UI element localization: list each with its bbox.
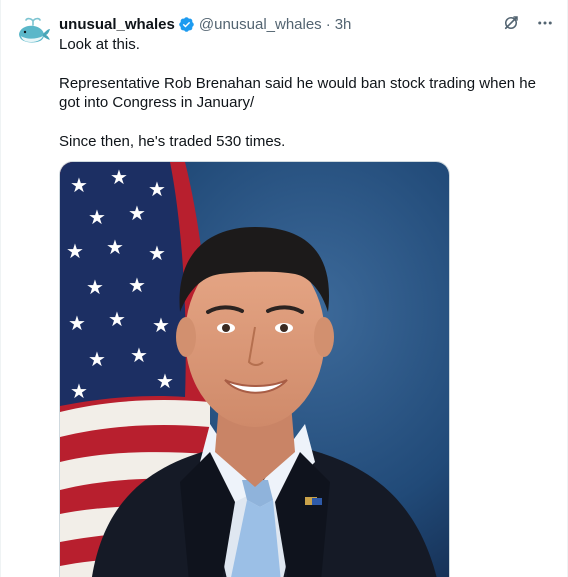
- tweet-text: Look at this. Representative Rob Brenaha…: [59, 35, 559, 170]
- svg-text:★: ★: [148, 177, 166, 201]
- svg-text:★: ★: [66, 239, 84, 263]
- tweet-photo[interactable]: ★ ★ ★ ★ ★ ★ ★ ★ ★ ★ ★ ★ ★ ★ ★ ★ ★: [59, 161, 450, 577]
- svg-text:★: ★: [88, 347, 106, 371]
- svg-text:★: ★: [156, 369, 174, 393]
- portrait-image: ★ ★ ★ ★ ★ ★ ★ ★ ★ ★ ★ ★ ★ ★ ★ ★ ★: [60, 162, 449, 577]
- svg-text:★: ★: [88, 205, 106, 229]
- svg-text:★: ★: [108, 307, 126, 331]
- svg-text:★: ★: [128, 273, 146, 297]
- more-options-icon[interactable]: [535, 13, 555, 33]
- handle[interactable]: @unusual_whales: [199, 16, 322, 33]
- svg-text:★: ★: [128, 201, 146, 225]
- tweet-header: unusual_whales @unusual_whales · 3h: [59, 13, 555, 35]
- grok-icon[interactable]: [501, 13, 521, 33]
- svg-text:★: ★: [70, 379, 88, 403]
- separator-dot: ·: [325, 15, 331, 33]
- svg-text:★: ★: [86, 275, 104, 299]
- whale-logo-icon: [13, 14, 51, 52]
- tweet-text-line: Representative Rob Brenahan said he woul…: [59, 74, 536, 112]
- avatar[interactable]: [13, 14, 51, 52]
- tweet-card[interactable]: unusual_whales @unusual_whales · 3h Look…: [0, 0, 568, 577]
- display-name[interactable]: unusual_whales: [59, 16, 175, 33]
- tweet-text-line: Since then, he's traded 530 times.: [59, 132, 286, 150]
- svg-text:★: ★: [148, 241, 166, 265]
- verified-badge-icon: [178, 16, 195, 33]
- tweet-text-line: Look at this.: [59, 36, 140, 53]
- svg-text:★: ★: [106, 235, 124, 259]
- svg-text:★: ★: [110, 165, 128, 189]
- svg-text:★: ★: [68, 311, 86, 335]
- timestamp[interactable]: 3h: [335, 16, 352, 33]
- svg-text:★: ★: [130, 343, 148, 367]
- header-actions: [501, 13, 555, 33]
- svg-text:★: ★: [152, 313, 170, 337]
- svg-text:★: ★: [70, 173, 88, 197]
